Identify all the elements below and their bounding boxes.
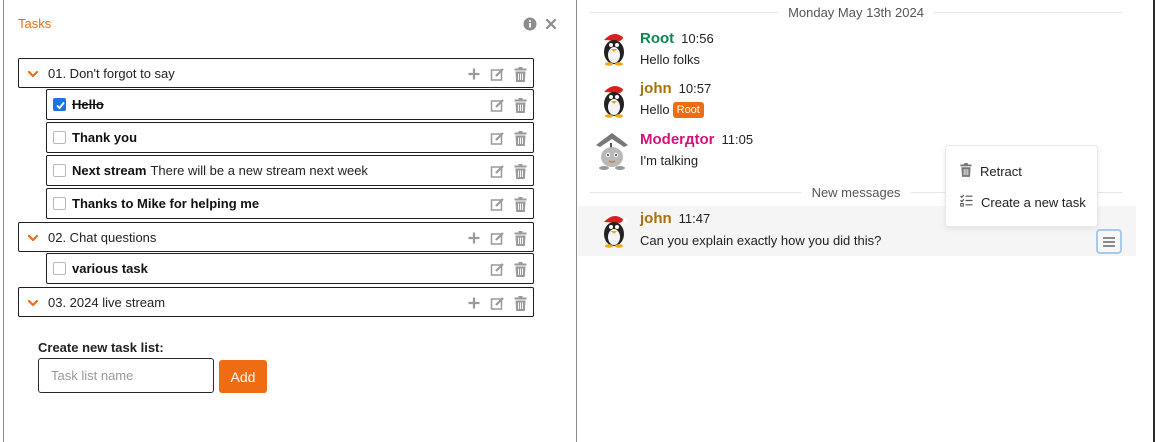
trash-icon[interactable] xyxy=(514,261,527,277)
task-item[interactable]: various task xyxy=(46,253,534,284)
avatar xyxy=(594,131,630,171)
trash-icon[interactable] xyxy=(514,66,527,82)
message-time: 11:05 xyxy=(721,132,754,147)
message-author: Moderдtor xyxy=(640,131,715,148)
message-actions-button[interactable] xyxy=(1096,229,1122,254)
task-item[interactable]: Hello xyxy=(46,89,534,120)
add-task-icon[interactable] xyxy=(467,231,481,245)
message-time: 10:57 xyxy=(678,81,712,96)
edit-icon[interactable] xyxy=(490,164,505,179)
task-label: Next stream There will be a new stream ne… xyxy=(72,163,368,178)
close-icon[interactable] xyxy=(544,17,558,31)
message-author: john xyxy=(640,210,672,227)
task-title: Thank you xyxy=(72,130,138,145)
avatar xyxy=(598,82,630,118)
retract-label: Retract xyxy=(980,163,1022,179)
tasklist-label: 03. 2024 live stream xyxy=(48,295,166,310)
chat-message[interactable]: Root 10:56 Hello folks xyxy=(578,28,1136,74)
add-task-icon[interactable] xyxy=(467,296,481,310)
message-context-menu: Retract Create a new task xyxy=(945,145,1098,227)
task-title: Thanks to Mike for helping me xyxy=(72,196,260,211)
avatar xyxy=(598,212,630,248)
trash-icon[interactable] xyxy=(514,130,527,146)
task-label: Hello xyxy=(72,97,104,112)
task-label: Thanks to Mike for helping me xyxy=(72,196,259,211)
message-author-line: Moderдtor 11:05 xyxy=(640,131,753,148)
date-separator-text: Monday May 13th 2024 xyxy=(778,5,934,20)
task-checkbox[interactable] xyxy=(53,131,66,144)
chat-panel: Monday May 13th 2024 Root 10:56 Hello fol… xyxy=(578,0,1155,442)
task-item[interactable]: Thank you xyxy=(46,122,534,153)
task-item[interactable]: Next stream There will be a new stream ne… xyxy=(46,155,534,186)
task-label: Thank you xyxy=(72,130,137,145)
create-task-label: Create a new task xyxy=(981,194,1086,210)
edit-icon[interactable] xyxy=(490,197,505,212)
trash-icon[interactable] xyxy=(514,295,527,311)
message-author-line: john 11:47 xyxy=(640,210,710,227)
checklist-icon xyxy=(960,194,973,210)
tasklist-label: 02. Chat questions xyxy=(48,230,157,245)
add-task-icon[interactable] xyxy=(467,67,481,81)
chevron-down-icon[interactable] xyxy=(27,232,39,244)
message-body: Hello folks xyxy=(640,52,700,67)
chevron-down-icon[interactable] xyxy=(27,297,39,309)
role-badge: Root xyxy=(672,102,704,118)
tasklist-row[interactable]: 01. Don't forgot to say xyxy=(18,58,534,88)
tasklist-name-input[interactable] xyxy=(38,358,214,393)
trash-icon[interactable] xyxy=(514,97,527,113)
trash-icon[interactable] xyxy=(514,230,527,246)
tasks-panel: Tasks 01. Don't forgot to say Hello Than… xyxy=(3,0,577,442)
message-body: Hello Root xyxy=(640,102,704,118)
task-item[interactable]: Thanks to Mike for helping me xyxy=(46,188,534,219)
message-body: Can you explain exactly how you did this… xyxy=(640,233,882,248)
task-label: various task xyxy=(72,261,148,276)
trash-icon xyxy=(960,162,972,180)
edit-icon[interactable] xyxy=(490,98,505,113)
info-icon[interactable] xyxy=(523,17,537,31)
edit-icon[interactable] xyxy=(490,231,505,246)
date-separator: Monday May 13th 2024 xyxy=(590,5,1122,20)
add-tasklist-button[interactable]: Add xyxy=(219,360,267,393)
message-author-line: Root 10:56 xyxy=(640,30,714,47)
tasklist-label: 01. Don't forgot to say xyxy=(48,66,175,81)
task-title: Next stream xyxy=(72,163,147,178)
message-author: Root xyxy=(640,30,675,47)
task-checkbox[interactable] xyxy=(53,197,66,210)
trash-icon[interactable] xyxy=(514,163,527,179)
edit-icon[interactable] xyxy=(490,67,505,82)
retract-menu-item[interactable]: Retract xyxy=(960,162,1022,180)
create-tasklist-label: Create new task list: xyxy=(38,340,164,355)
message-author-line: john 10:57 xyxy=(640,80,711,97)
new-messages-text: New messages xyxy=(801,185,911,200)
chevron-down-icon[interactable] xyxy=(27,68,39,80)
trash-icon[interactable] xyxy=(514,196,527,212)
task-description: There will be a new stream next week xyxy=(150,163,368,178)
message-text: Hello xyxy=(640,102,670,117)
task-title: Hello xyxy=(72,97,104,112)
tasklist-row[interactable]: 03. 2024 live stream xyxy=(18,287,534,317)
message-time: 10:56 xyxy=(681,31,714,46)
message-time: 11:47 xyxy=(678,211,711,226)
task-checkbox[interactable] xyxy=(53,164,66,177)
tasklist-row[interactable]: 02. Chat questions xyxy=(18,222,534,252)
edit-icon[interactable] xyxy=(490,131,505,146)
create-task-menu-item[interactable]: Create a new task xyxy=(960,193,1086,211)
message-author: john xyxy=(640,80,672,97)
task-checkbox[interactable] xyxy=(53,262,66,275)
chat-message[interactable]: john 10:57 Hello Root xyxy=(578,78,1136,124)
task-checkbox[interactable] xyxy=(53,98,66,111)
tasks-panel-title: Tasks xyxy=(18,16,52,31)
avatar xyxy=(598,30,630,66)
task-title: various task xyxy=(72,261,148,276)
edit-icon[interactable] xyxy=(490,296,505,311)
edit-icon[interactable] xyxy=(490,262,505,277)
message-body: I'm talking xyxy=(640,153,699,168)
